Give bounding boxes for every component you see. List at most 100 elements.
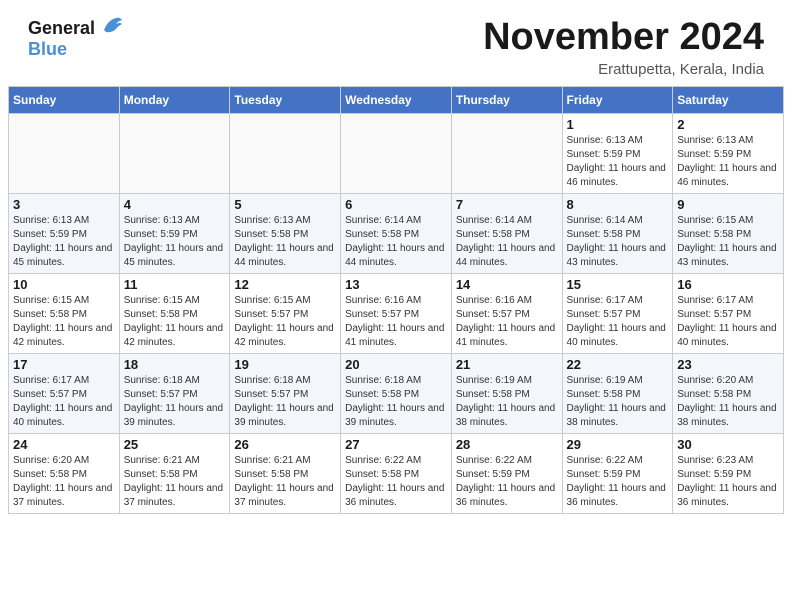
cell-info: Sunrise: 6:20 AMSunset: 5:58 PMDaylight:…	[677, 374, 779, 430]
cell-info: Sunrise: 6:18 AMSunset: 5:57 PMDaylight:…	[124, 374, 226, 430]
cell-info: Sunrise: 6:13 AMSunset: 5:59 PMDaylight:…	[567, 134, 669, 190]
day-number: 25	[124, 437, 226, 452]
calendar-header-row: SundayMondayTuesdayWednesdayThursdayFrid…	[9, 87, 784, 114]
cell-info: Sunrise: 6:22 AMSunset: 5:59 PMDaylight:…	[567, 454, 669, 510]
cell-info: Sunrise: 6:13 AMSunset: 5:59 PMDaylight:…	[13, 214, 115, 270]
cell-info: Sunrise: 6:14 AMSunset: 5:58 PMDaylight:…	[567, 214, 669, 270]
calendar-cell: 15Sunrise: 6:17 AMSunset: 5:57 PMDayligh…	[562, 274, 673, 354]
logo-blue: Blue	[28, 39, 124, 60]
calendar-cell: 10Sunrise: 6:15 AMSunset: 5:58 PMDayligh…	[9, 274, 120, 354]
day-number: 30	[677, 437, 779, 452]
calendar-header-saturday: Saturday	[673, 87, 784, 114]
calendar-cell	[341, 114, 452, 194]
calendar-cell	[119, 114, 230, 194]
day-number: 11	[124, 277, 226, 292]
calendar-week-5: 24 Sunrise: 6:20 AMSunset: 5:58 PMDayligh…	[9, 434, 784, 514]
calendar-cell: 22 Sunrise: 6:19 AMSunset: 5:58 PMDayligh…	[562, 354, 673, 434]
day-number: 8	[567, 197, 669, 212]
cell-info: Sunrise: 6:17 AMSunset: 5:57 PMDaylight:…	[567, 294, 669, 350]
title-block: November 2024 Erattupetta, Kerala, India	[483, 16, 764, 78]
day-number: 9	[677, 197, 779, 212]
calendar-cell: 29 Sunrise: 6:22 AMSunset: 5:59 PMDayligh…	[562, 434, 673, 514]
cell-info: Sunrise: 6:21 AMSunset: 5:58 PMDaylight:…	[124, 454, 226, 510]
cell-info: Sunrise: 6:16 AMSunset: 5:57 PMDaylight:…	[345, 294, 447, 350]
cell-info: Sunrise: 6:13 AMSunset: 5:59 PMDaylight:…	[677, 134, 779, 190]
calendar-cell: 25 Sunrise: 6:21 AMSunset: 5:58 PMDayligh…	[119, 434, 230, 514]
cell-info: Sunrise: 6:13 AMSunset: 5:59 PMDaylight:…	[124, 214, 226, 270]
day-number: 16	[677, 277, 779, 292]
cell-info: Sunrise: 6:19 AMSunset: 5:58 PMDaylight:…	[567, 374, 669, 430]
calendar-cell: 13 Sunrise: 6:16 AMSunset: 5:57 PMDayligh…	[341, 274, 452, 354]
day-number: 14	[456, 277, 558, 292]
calendar-cell: 30 Sunrise: 6:23 AMSunset: 5:59 PMDayligh…	[673, 434, 784, 514]
day-number: 23	[677, 357, 779, 372]
calendar-header-thursday: Thursday	[451, 87, 562, 114]
cell-info: Sunrise: 6:18 AMSunset: 5:58 PMDaylight:…	[345, 374, 447, 430]
day-number: 26	[234, 437, 336, 452]
calendar-cell: 21 Sunrise: 6:19 AMSunset: 5:58 PMDayligh…	[451, 354, 562, 434]
calendar-cell	[230, 114, 341, 194]
calendar-header-sunday: Sunday	[9, 87, 120, 114]
calendar-header-monday: Monday	[119, 87, 230, 114]
day-number: 20	[345, 357, 447, 372]
day-number: 24	[13, 437, 115, 452]
bird-icon	[102, 16, 124, 34]
cell-info: Sunrise: 6:20 AMSunset: 5:58 PMDaylight:…	[13, 454, 115, 510]
day-number: 28	[456, 437, 558, 452]
cell-info: Sunrise: 6:15 AMSunset: 5:58 PMDaylight:…	[677, 214, 779, 270]
cell-info: Sunrise: 6:16 AMSunset: 5:57 PMDaylight:…	[456, 294, 558, 350]
calendar-cell: 28 Sunrise: 6:22 AMSunset: 5:59 PMDayligh…	[451, 434, 562, 514]
cell-info: Sunrise: 6:15 AMSunset: 5:57 PMDaylight:…	[234, 294, 336, 350]
day-number: 5	[234, 197, 336, 212]
calendar-cell: 24 Sunrise: 6:20 AMSunset: 5:58 PMDayligh…	[9, 434, 120, 514]
calendar-week-4: 17Sunrise: 6:17 AMSunset: 5:57 PMDayligh…	[9, 354, 784, 434]
cell-info: Sunrise: 6:19 AMSunset: 5:58 PMDaylight:…	[456, 374, 558, 430]
calendar-cell	[9, 114, 120, 194]
calendar-cell: 8 Sunrise: 6:14 AMSunset: 5:58 PMDaylight…	[562, 194, 673, 274]
calendar-cell: 17Sunrise: 6:17 AMSunset: 5:57 PMDayligh…	[9, 354, 120, 434]
day-number: 17	[13, 357, 115, 372]
cell-info: Sunrise: 6:15 AMSunset: 5:58 PMDaylight:…	[124, 294, 226, 350]
day-number: 4	[124, 197, 226, 212]
day-number: 3	[13, 197, 115, 212]
calendar-week-2: 3 Sunrise: 6:13 AMSunset: 5:59 PMDaylight…	[9, 194, 784, 274]
calendar-cell: 20 Sunrise: 6:18 AMSunset: 5:58 PMDayligh…	[341, 354, 452, 434]
day-number: 6	[345, 197, 447, 212]
calendar-cell: 1Sunrise: 6:13 AMSunset: 5:59 PMDaylight…	[562, 114, 673, 194]
cell-info: Sunrise: 6:14 AMSunset: 5:58 PMDaylight:…	[456, 214, 558, 270]
calendar-cell: 23 Sunrise: 6:20 AMSunset: 5:58 PMDayligh…	[673, 354, 784, 434]
day-number: 22	[567, 357, 669, 372]
calendar-cell: 27 Sunrise: 6:22 AMSunset: 5:58 PMDayligh…	[341, 434, 452, 514]
calendar-cell: 7 Sunrise: 6:14 AMSunset: 5:58 PMDaylight…	[451, 194, 562, 274]
month-title: November 2024	[483, 16, 764, 59]
calendar-cell: 19Sunrise: 6:18 AMSunset: 5:57 PMDayligh…	[230, 354, 341, 434]
day-number: 18	[124, 357, 226, 372]
cell-info: Sunrise: 6:22 AMSunset: 5:59 PMDaylight:…	[456, 454, 558, 510]
day-number: 13	[345, 277, 447, 292]
calendar-header-tuesday: Tuesday	[230, 87, 341, 114]
day-number: 29	[567, 437, 669, 452]
calendar-cell: 12Sunrise: 6:15 AMSunset: 5:57 PMDayligh…	[230, 274, 341, 354]
day-number: 2	[677, 117, 779, 132]
day-number: 27	[345, 437, 447, 452]
calendar-table: SundayMondayTuesdayWednesdayThursdayFrid…	[8, 86, 784, 514]
day-number: 10	[13, 277, 115, 292]
cell-info: Sunrise: 6:23 AMSunset: 5:59 PMDaylight:…	[677, 454, 779, 510]
calendar-cell: 5Sunrise: 6:13 AMSunset: 5:58 PMDaylight…	[230, 194, 341, 274]
location: Erattupetta, Kerala, India	[483, 61, 764, 78]
day-number: 19	[234, 357, 336, 372]
cell-info: Sunrise: 6:17 AMSunset: 5:57 PMDaylight:…	[677, 294, 779, 350]
calendar-cell: 3 Sunrise: 6:13 AMSunset: 5:59 PMDaylight…	[9, 194, 120, 274]
day-number: 7	[456, 197, 558, 212]
calendar-week-1: 1Sunrise: 6:13 AMSunset: 5:59 PMDaylight…	[9, 114, 784, 194]
cell-info: Sunrise: 6:21 AMSunset: 5:58 PMDaylight:…	[234, 454, 336, 510]
calendar-header-friday: Friday	[562, 87, 673, 114]
logo-text: General Blue	[28, 16, 124, 59]
calendar-cell: 18 Sunrise: 6:18 AMSunset: 5:57 PMDayligh…	[119, 354, 230, 434]
day-number: 21	[456, 357, 558, 372]
calendar-cell: 11 Sunrise: 6:15 AMSunset: 5:58 PMDayligh…	[119, 274, 230, 354]
calendar-cell: 6 Sunrise: 6:14 AMSunset: 5:58 PMDaylight…	[341, 194, 452, 274]
calendar-cell: 14 Sunrise: 6:16 AMSunset: 5:57 PMDayligh…	[451, 274, 562, 354]
cell-info: Sunrise: 6:14 AMSunset: 5:58 PMDaylight:…	[345, 214, 447, 270]
cell-info: Sunrise: 6:22 AMSunset: 5:58 PMDaylight:…	[345, 454, 447, 510]
